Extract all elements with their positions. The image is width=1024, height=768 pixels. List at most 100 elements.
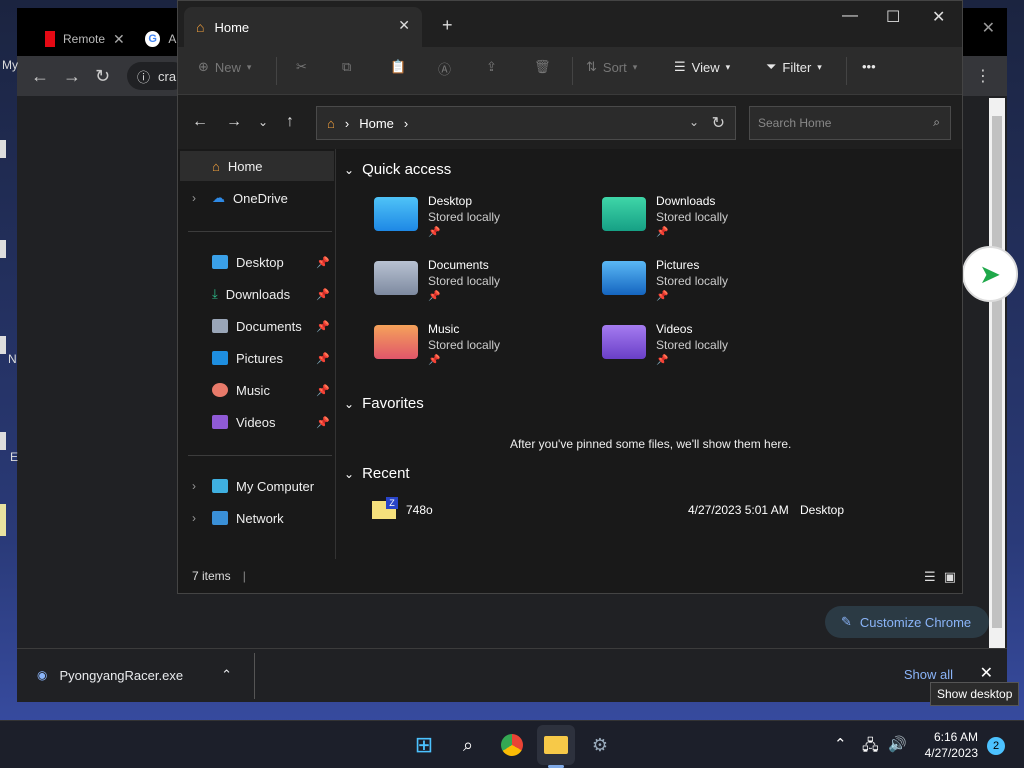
sort-button[interactable]: ⇅ Sort ▾ — [586, 59, 637, 75]
delete-icon[interactable]: 🗑 — [534, 59, 551, 75]
desktop-folder-icon — [374, 197, 418, 231]
tab-home[interactable]: ⌂ Home ✕ — [184, 7, 422, 47]
show-all-link[interactable]: Show all — [904, 667, 953, 682]
volume-icon[interactable]: 🔊 — [888, 735, 907, 753]
settings-gear-icon[interactable]: ⚙ — [586, 731, 614, 759]
quick-access-item-videos[interactable]: Videos Stored locally 📌 — [602, 321, 728, 369]
address-bar[interactable]: ⌂ › Home › ⌄ ↻ — [316, 106, 736, 140]
file-explorer-icon[interactable] — [542, 731, 570, 759]
chevron-down-icon: ⌄ — [344, 162, 355, 177]
close-window-icon[interactable]: ✕ — [932, 7, 945, 27]
share-send-icon[interactable]: ➤ — [962, 246, 1018, 302]
pin-icon: 📌 — [428, 291, 441, 302]
back-arrow-icon[interactable]: ← — [192, 113, 208, 131]
quick-access-item-music[interactable]: Music Stored locally 📌 — [374, 321, 500, 369]
filter-button[interactable]: ⏷ Filter ▾ — [766, 59, 822, 75]
item-name: Pictures — [656, 258, 700, 272]
pictures-folder-icon — [602, 261, 646, 295]
quick-access-item-documents[interactable]: Documents Stored locally 📌 — [374, 257, 500, 305]
recent-locations-chevron-icon[interactable]: ⌄ — [258, 115, 268, 129]
chevron-right-icon[interactable]: › — [192, 191, 196, 205]
chevron-right-icon[interactable]: › — [192, 479, 196, 493]
chevron-down-icon[interactable]: ⌄ — [689, 115, 699, 129]
forward-arrow-icon[interactable]: → — [63, 66, 81, 87]
recent-header[interactable]: ⌄ Recent — [344, 465, 410, 482]
up-arrow-icon[interactable]: ↑ — [286, 113, 294, 131]
cut-icon[interactable]: ✂ — [296, 59, 307, 75]
notification-badge[interactable]: 2 — [987, 737, 1005, 755]
forward-arrow-icon[interactable]: → — [226, 113, 242, 131]
minimize-icon[interactable]: — — [842, 7, 858, 25]
sidebar-item-pictures[interactable]: Pictures 📌 — [180, 343, 334, 373]
details-view-icon[interactable]: ☰ — [924, 569, 936, 585]
sidebar-item-onedrive[interactable]: › ☁ OneDrive — [180, 183, 334, 213]
close-icon[interactable]: ✕ — [980, 663, 993, 683]
left-edge-label: My — [2, 58, 18, 72]
computer-icon — [212, 479, 228, 493]
quick-access-header[interactable]: ⌄ Quick access — [344, 161, 451, 178]
new-button[interactable]: ⊕ New ▾ — [198, 59, 251, 75]
refresh-icon[interactable]: ↻ — [712, 113, 725, 133]
sidebar-item-label: Desktop — [236, 254, 284, 270]
scrollbar[interactable] — [989, 98, 1005, 650]
chevron-right-icon[interactable]: › — [192, 511, 196, 525]
search-placeholder: Search Home — [758, 116, 832, 130]
back-arrow-icon[interactable]: ← — [31, 66, 49, 87]
close-tab-icon[interactable]: ✕ — [398, 17, 410, 34]
pin-icon[interactable]: 📌 — [316, 320, 330, 333]
sidebar-item-network[interactable]: › Network — [180, 503, 334, 533]
rename-icon[interactable]: Ⓐ — [438, 59, 451, 78]
sidebar-item-desktop[interactable]: Desktop 📌 — [180, 247, 334, 277]
scrollbar-thumb[interactable] — [992, 116, 1002, 628]
reload-icon[interactable]: ↻ — [95, 66, 110, 87]
chrome-close-icon[interactable]: ✕ — [982, 18, 995, 38]
pin-icon[interactable]: 📌 — [316, 416, 330, 429]
show-desktop-tooltip: Show desktop — [930, 682, 1020, 706]
more-options-button[interactable]: ••• — [862, 59, 876, 74]
sidebar-item-home[interactable]: ⌂ Home — [180, 151, 334, 181]
chrome-tab-remote[interactable]: Remote ✕ — [35, 22, 135, 56]
copy-icon[interactable]: ⧉ — [342, 59, 351, 75]
chevron-up-icon[interactable]: ⌃ — [221, 667, 232, 683]
chevron-up-icon[interactable]: ⌃ — [834, 735, 847, 753]
favorites-empty-message: After you've pinned some files, we'll sh… — [510, 437, 792, 451]
chrome-icon[interactable] — [498, 731, 526, 759]
download-item[interactable]: ◉ PyongyangRacer.exe ⌃ — [37, 667, 232, 683]
quick-access-item-desktop[interactable]: Desktop Stored locally 📌 — [374, 193, 500, 241]
maximize-icon[interactable]: ☐ — [886, 7, 900, 27]
new-label: New — [214, 59, 241, 75]
share-icon[interactable]: ⇪ — [486, 59, 497, 75]
recent-file-name: 748o — [406, 503, 433, 517]
menu-dots-icon[interactable]: ⋮ — [975, 66, 991, 86]
clock[interactable]: 6:16 AM 4/27/2023 — [918, 729, 978, 761]
item-name: Videos — [656, 322, 693, 336]
network-tray-icon[interactable]: 🖧 — [862, 735, 879, 760]
close-icon[interactable]: ✕ — [113, 31, 125, 48]
favorites-header[interactable]: ⌄ Favorites — [344, 395, 424, 412]
pin-icon[interactable]: 📌 — [316, 288, 330, 301]
pin-icon[interactable]: 📌 — [316, 384, 330, 397]
sidebar-item-videos[interactable]: Videos 📌 — [180, 407, 334, 437]
pin-icon: 📌 — [428, 355, 441, 366]
recent-file-row[interactable]: Z 748o 4/27/2023 5:01 AM Desktop — [372, 497, 932, 521]
sidebar-item-documents[interactable]: Documents 📌 — [180, 311, 334, 341]
search-input[interactable]: Search Home ⌕ — [749, 106, 951, 140]
quick-access-item-downloads[interactable]: Downloads Stored locally 📌 — [602, 193, 728, 241]
breadcrumb-home[interactable]: Home — [359, 116, 394, 131]
sidebar-item-my-computer[interactable]: › My Computer — [180, 471, 334, 501]
side-shortcut — [0, 336, 6, 354]
pin-icon[interactable]: 📌 — [316, 256, 330, 269]
customize-chrome-button[interactable]: ✎ Customize Chrome — [825, 606, 989, 638]
download-icon: ⤓ — [212, 286, 218, 301]
sidebar-item-music[interactable]: Music 📌 — [180, 375, 334, 405]
search-icon[interactable]: ⌕ — [454, 731, 482, 759]
paste-icon[interactable]: 📋 — [390, 59, 406, 75]
quick-access-item-pictures[interactable]: Pictures Stored locally 📌 — [602, 257, 728, 305]
view-button[interactable]: ☰ View ▾ — [674, 59, 730, 75]
pin-icon[interactable]: 📌 — [316, 352, 330, 365]
sidebar-item-downloads[interactable]: ⤓ Downloads 📌 — [180, 279, 334, 309]
new-tab-icon[interactable]: + — [442, 15, 453, 36]
tiles-view-icon[interactable]: ▣ — [944, 569, 956, 585]
network-icon — [212, 511, 228, 525]
start-windows-icon[interactable]: ⊞ — [410, 731, 438, 759]
